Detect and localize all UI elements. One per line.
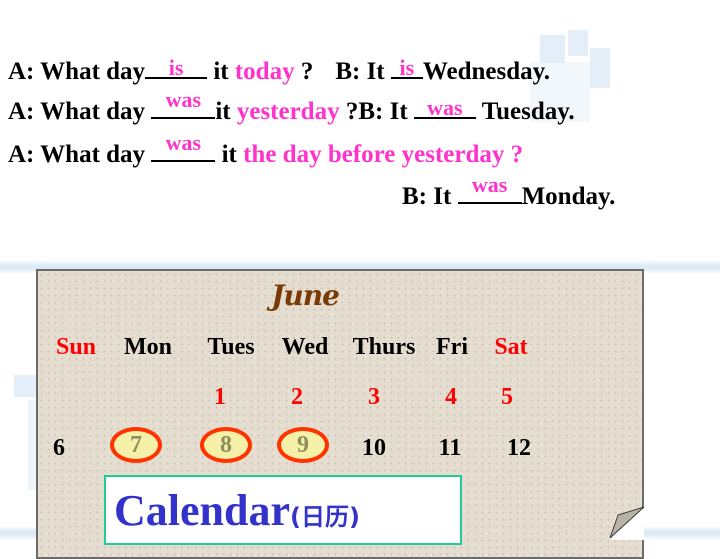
answer-blank: was [413,95,476,120]
question-mid: it [207,58,235,85]
question-prefix: A: What day [8,58,146,85]
time-word: yesterday [236,98,340,125]
question-prefix: A: What day [8,98,152,125]
calendar-day: 1 [214,384,226,410]
day-word: Tuesday. [475,98,575,125]
weekday-sat: Sat [494,334,528,360]
answer-blank: was [151,132,216,162]
calendar-day-circled: 7 [110,427,162,463]
answer-text: was [165,130,202,155]
day-word: Wednesday. [422,58,551,85]
dialogue-line-1: A: What day is it today ? B: It is Wednesda… [8,55,551,85]
answer-prefix: B: It [402,183,458,210]
calendar-day-circled: 8 [200,427,252,463]
question-mid: it [215,98,237,125]
background-decoration [28,400,36,490]
time-word: today [234,58,295,85]
dialogue-line-2: A: What day was it yesterday ?B: It was T… [8,89,575,125]
background-decoration [590,48,610,88]
calendar-day: 5 [501,384,513,410]
weekday-mon: Mon [124,334,172,360]
weekday-fri: Fri [436,334,468,360]
question-mid: it [215,141,244,168]
question-mark: ? [504,141,524,168]
calendar-day: 4 [445,384,457,410]
calendar-day: 2 [291,384,303,410]
day-word: Monday. [521,183,616,210]
question-mark: ? [339,98,359,125]
background-decoration [568,30,588,56]
calendar-label-english: Calendar [114,486,290,535]
weekday-sun: Sun [55,334,97,360]
answer-blank: is [145,55,208,80]
weekday-tues: Tues [207,334,255,360]
answer-blank: was [151,89,216,119]
calendar-day: 3 [368,384,380,410]
calendar-day-circled: 9 [277,427,329,463]
calendar-label: Calendar(日历) [114,485,360,536]
weekday-wed: Wed [281,334,329,360]
calendar-day: 11 [438,435,462,461]
answer-text: was [427,95,463,120]
answer-text: was [471,172,508,197]
calendar-label-box: Calendar(日历) [104,475,462,545]
answer-blank: was [457,174,522,204]
answer-text: was [165,87,202,112]
question-prefix: A: What day [8,141,152,168]
answer-prefix: B: It [358,98,414,125]
calendar-month: June [271,279,340,312]
calendar-day: 10 [362,435,386,461]
weekday-thurs: Thurs [352,334,416,360]
calendar-day: 12 [507,435,531,461]
time-word: the day before yesterday [243,141,505,168]
answer-prefix: B: It [335,58,391,85]
answer-blank: is [390,55,423,80]
question-mark: ? [294,58,314,85]
background-decoration [14,375,36,397]
answer-text: is [399,55,415,80]
dialogue-line-4: B: It was Monday. [402,174,616,210]
calendar-day: 6 [53,435,65,461]
dialogue-line-3: A: What day was it the day before yester… [8,132,524,168]
answer-text: is [168,55,184,80]
calendar-label-chinese: (日历) [290,503,360,531]
